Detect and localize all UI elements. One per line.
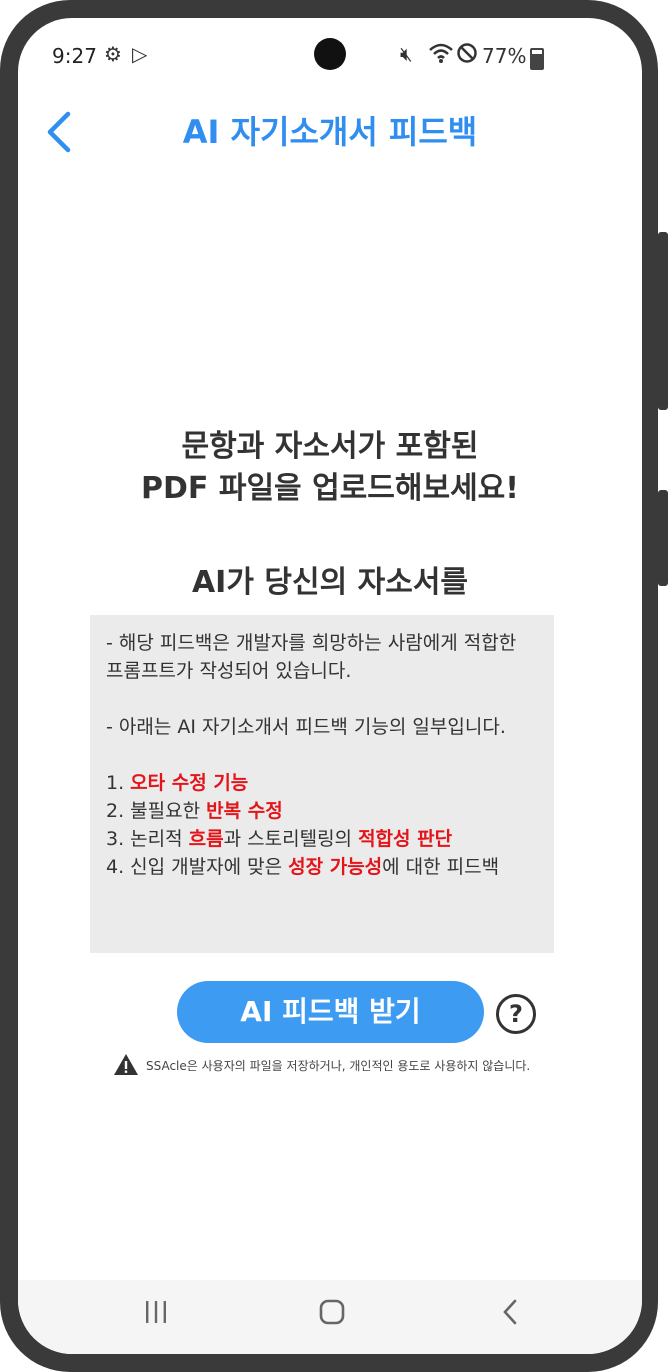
- feature-highlight: 오타 수정 기능: [130, 772, 249, 794]
- feature-item-4: 4. 신입 개발자에 맞은 성장 가능성에 대한 피드백: [106, 853, 538, 881]
- wifi-icon: [428, 42, 454, 69]
- feature-text: 1.: [106, 772, 131, 794]
- battery-level: [532, 54, 542, 68]
- privacy-notice: SSAcle은 사용자의 파일을 저장하거나, 개인적인 용도로 사용하지 않습…: [112, 1052, 562, 1078]
- status-bar: 9:27 ⚙ ▷ 🔇︎ 77%: [18, 18, 642, 98]
- upload-headline: 문항과 자소서가 포함된 PDF 파일을 업로드해보세요!: [18, 426, 642, 510]
- privacy-notice-text: SSAcle은 사용자의 파일을 저장하거나, 개인적인 용도로 사용하지 않습…: [146, 1059, 531, 1073]
- help-tooltip: - 해당 피드백은 개발자를 희망하는 사람에게 적합한 프롬프트가 작성되어 …: [90, 615, 554, 953]
- feature-text: 4. 신입 개발자에 맞은: [106, 856, 289, 878]
- headline-line-2: PDF 파일을 업로드해보세요!: [141, 471, 519, 506]
- feature-item-1: 1. 오타 수정 기능: [106, 769, 538, 797]
- system-nav-bar: [18, 1280, 642, 1354]
- feature-text: 2. 불필요한: [106, 800, 207, 822]
- tooltip-intro-2: - 아래는 AI 자기소개서 피드백 기능의 일부입니다.: [106, 716, 506, 738]
- feature-text: 에 대한 피드백: [382, 856, 500, 878]
- feature-item-2: 2. 불필요한 반복 수정: [106, 797, 538, 825]
- battery-percent: 77%: [482, 44, 527, 68]
- status-time: 9:27: [52, 44, 97, 68]
- power-button: [658, 490, 668, 586]
- feature-highlight: 반복 수정: [206, 800, 283, 822]
- dnd-icon: [456, 42, 478, 69]
- feature-highlight: 흐름: [188, 828, 224, 850]
- battery-icon: [530, 48, 544, 70]
- feature-item-3: 3. 논리적 흐름과 스토리텔링의 적합성 판단: [106, 825, 538, 853]
- home-icon: [319, 1299, 345, 1325]
- home-button[interactable]: [318, 1298, 346, 1334]
- feature-text: 3. 논리적: [106, 828, 189, 850]
- feedback-subline: AI가 당신의 자소서를: [191, 565, 469, 600]
- feature-highlight: 성장 가능성: [288, 856, 383, 878]
- tooltip-spacer: [106, 741, 538, 769]
- tooltip-intro-1: - 해당 피드백은 개발자를 희망하는 사람에게 적합한 프롬프트가 작성되어 …: [106, 632, 517, 682]
- page-title: AI 자기소개서 피드백: [182, 113, 478, 151]
- volume-button: [658, 232, 668, 410]
- warning-icon: [114, 1054, 138, 1075]
- nav-back-button[interactable]: [500, 1298, 520, 1334]
- feature-highlight: 적합성 판단: [358, 828, 453, 850]
- help-button[interactable]: ?: [496, 994, 536, 1034]
- back-icon: [503, 1299, 517, 1325]
- headline-line-1: 문항과 자소서가 포함된: [181, 429, 479, 464]
- recents-icon: [146, 1301, 166, 1323]
- settings-icon: ⚙: [104, 42, 122, 66]
- screen: 9:27 ⚙ ▷ 🔇︎ 77% AI 자기소개서 피드백 문항과 자소서가 포함…: [18, 18, 642, 1354]
- feature-text: 과 스토리텔링의: [223, 828, 359, 850]
- ai-feedback-button[interactable]: AI 피드백 받기: [177, 981, 484, 1043]
- mute-icon: 🔇︎: [400, 42, 413, 66]
- front-camera: [314, 38, 346, 70]
- play-store-icon: ▷: [132, 42, 148, 66]
- recents-button[interactable]: [144, 1298, 168, 1333]
- tooltip-spacer: [106, 685, 538, 713]
